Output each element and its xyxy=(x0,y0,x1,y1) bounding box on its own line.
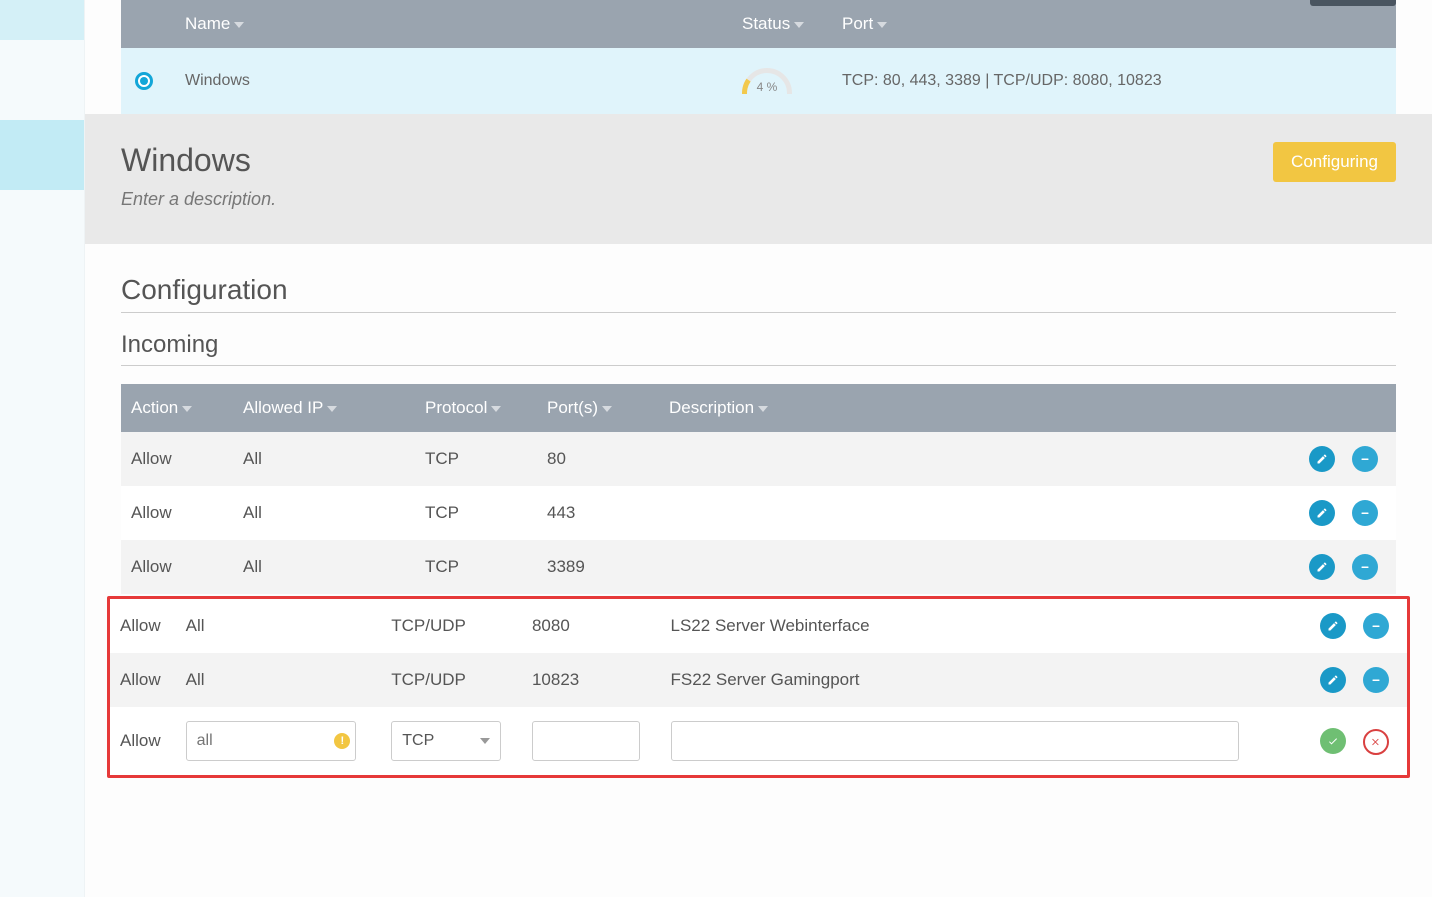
sort-caret-icon xyxy=(794,22,804,28)
sort-caret-icon xyxy=(234,22,244,28)
edit-icon[interactable] xyxy=(1309,446,1335,472)
highlight-box: Allow All TCP/UDP 8080 LS22 Server Webin… xyxy=(107,596,1410,778)
remove-icon[interactable] xyxy=(1352,500,1378,526)
th-ports[interactable]: Port(s) xyxy=(537,384,659,432)
sort-caret-icon xyxy=(182,406,192,412)
server-list-header: Name Status Port xyxy=(121,0,1396,48)
rule-action: Allow xyxy=(110,599,176,653)
remove-icon[interactable] xyxy=(1363,613,1389,639)
sort-caret-icon xyxy=(602,406,612,412)
rule-row: Allow All TCP 3389 xyxy=(121,540,1396,594)
th-allowed-ip[interactable]: Allowed IP xyxy=(233,384,415,432)
rule-ports: 3389 xyxy=(537,540,659,594)
configuring-button[interactable]: Configuring xyxy=(1273,142,1396,182)
th-description[interactable]: Description xyxy=(659,384,1286,432)
description-input[interactable] xyxy=(671,721,1239,761)
rule-desc: LS22 Server Webinterface xyxy=(661,599,1297,653)
configuration-heading: Configuration xyxy=(121,274,1396,313)
sort-caret-icon xyxy=(758,406,768,412)
rule-ports: 8080 xyxy=(522,599,661,653)
edit-icon[interactable] xyxy=(1320,667,1346,693)
sort-caret-icon xyxy=(327,406,337,412)
rules-table: Action Allowed IP Protocol Port(s) Descr… xyxy=(121,384,1396,594)
rule-desc xyxy=(659,432,1286,486)
rule-ip: All xyxy=(233,486,415,540)
remove-icon[interactable] xyxy=(1363,667,1389,693)
rule-ports: 443 xyxy=(537,486,659,540)
rule-ip: All xyxy=(233,432,415,486)
rule-row: Allow All TCP/UDP 8080 LS22 Server Webin… xyxy=(110,599,1407,653)
rule-ip: All xyxy=(176,599,382,653)
section-desc[interactable]: Enter a description. xyxy=(121,189,276,210)
edit-icon[interactable] xyxy=(1320,613,1346,639)
col-status-header[interactable]: Status xyxy=(742,14,842,34)
top-corner-button[interactable] xyxy=(1310,0,1396,6)
incoming-heading: Incoming xyxy=(121,331,1396,366)
server-select-radio[interactable] xyxy=(135,72,153,90)
sidebar-item-active[interactable] xyxy=(0,120,84,190)
server-ports: TCP: 80, 443, 3389 | TCP/UDP: 8080, 1082… xyxy=(842,72,1382,90)
rule-ports: 80 xyxy=(537,432,659,486)
allowed-ip-input[interactable] xyxy=(186,721,356,761)
rule-row: Allow All TCP 443 xyxy=(121,486,1396,540)
status-gauge: 4 % xyxy=(742,68,792,94)
rule-action: Allow xyxy=(110,653,176,707)
edit-icon[interactable] xyxy=(1309,500,1335,526)
chevron-down-icon xyxy=(480,738,490,744)
rule-action: Allow xyxy=(121,432,233,486)
remove-icon[interactable] xyxy=(1352,446,1378,472)
rule-desc xyxy=(659,486,1286,540)
protocol-select[interactable]: TCP xyxy=(391,721,501,761)
server-name: Windows xyxy=(185,72,742,90)
remove-icon[interactable] xyxy=(1352,554,1378,580)
rule-action: Allow xyxy=(110,707,176,775)
th-protocol[interactable]: Protocol xyxy=(415,384,537,432)
col-port-header[interactable]: Port xyxy=(842,14,1382,34)
edit-icon[interactable] xyxy=(1309,554,1335,580)
rule-proto: TCP/UDP xyxy=(381,599,522,653)
rule-desc: FS22 Server Gamingport xyxy=(661,653,1297,707)
sidebar-item[interactable] xyxy=(0,0,84,40)
port-input[interactable] xyxy=(532,721,640,761)
server-row[interactable]: Windows 4 % TCP: 80, 443, 3389 | TCP/UDP… xyxy=(121,48,1396,114)
col-name-header[interactable]: Name xyxy=(185,14,742,34)
rule-action: Allow xyxy=(121,540,233,594)
rule-ports: 10823 xyxy=(522,653,661,707)
sort-caret-icon xyxy=(877,22,887,28)
rule-proto: TCP xyxy=(415,432,537,486)
sort-caret-icon xyxy=(491,406,501,412)
th-action[interactable]: Action xyxy=(121,384,233,432)
rule-action: Allow xyxy=(121,486,233,540)
section-title: Windows xyxy=(121,142,276,179)
gauge-label: 4 % xyxy=(742,80,792,94)
new-rule-row: Allow ! TCP xyxy=(110,707,1407,775)
rule-proto: TCP xyxy=(415,486,537,540)
rule-ip: All xyxy=(233,540,415,594)
rule-desc xyxy=(659,540,1286,594)
cancel-icon[interactable] xyxy=(1363,729,1389,755)
sidebar xyxy=(0,0,85,897)
rule-proto: TCP xyxy=(415,540,537,594)
rule-row: Allow All TCP/UDP 10823 FS22 Server Gami… xyxy=(110,653,1407,707)
confirm-icon[interactable] xyxy=(1320,728,1346,754)
rule-proto: TCP/UDP xyxy=(381,653,522,707)
rule-row: Allow All TCP 80 xyxy=(121,432,1396,486)
rule-ip: All xyxy=(176,653,382,707)
